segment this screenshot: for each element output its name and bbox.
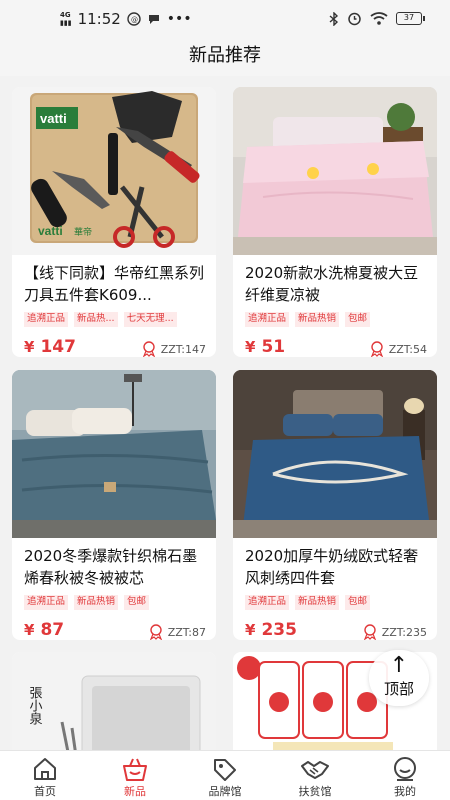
- product-tags: 追溯正品 新品热销 包邮: [245, 595, 437, 610]
- tag-return: 七天无理...: [123, 312, 177, 327]
- more-dots-icon: •••: [166, 11, 192, 27]
- tag-authentic: 追溯正品: [24, 312, 69, 327]
- tag-authentic: 追溯正品: [245, 312, 290, 327]
- basket-icon: [123, 758, 147, 781]
- product-image-blue-bedding[interactable]: [233, 370, 437, 538]
- product-name[interactable]: 【线下同款】华帝红黑系列刀具五件套K609...: [24, 262, 206, 306]
- wifi-icon: [370, 12, 388, 25]
- price-row: ¥235 ZZT:235: [233, 614, 437, 640]
- product-card[interactable]: 2020冬季爆款针织棉石墨烯春秋被冬被被芯 追溯正品 新品热销 包邮 ¥87 Z…: [12, 370, 216, 640]
- tab-home[interactable]: 首页: [0, 751, 90, 800]
- handshake-icon: [301, 761, 329, 779]
- product-image-pink-quilt[interactable]: [233, 87, 437, 255]
- tag-free-shipping: 包邮: [124, 595, 150, 610]
- status-left: 4G ▮▮▮ 11:52 @ •••: [60, 10, 192, 28]
- tag-hot: 新品热销: [295, 595, 340, 610]
- medal-icon: [370, 341, 383, 357]
- price-row: ¥51 ZZT:54: [233, 331, 437, 357]
- svg-text:@: @: [131, 16, 138, 24]
- back-to-top-button[interactable]: ↑ 顶部: [369, 650, 429, 706]
- product-image-grey-quilt[interactable]: [12, 370, 216, 538]
- tag-free-shipping: 包邮: [345, 312, 371, 327]
- tab-label: 我的: [394, 785, 416, 798]
- tab-label: 首页: [34, 785, 56, 798]
- tab-label: 扶贫馆: [298, 785, 332, 798]
- tag-free-shipping: 包邮: [345, 595, 371, 610]
- tab-poverty-alleviation[interactable]: 扶贫馆: [270, 751, 360, 800]
- network-indicator: 4G ▮▮▮: [60, 11, 72, 27]
- svg-text:vatti: vatti: [38, 224, 63, 238]
- medal-icon: [142, 341, 155, 357]
- alarm-icon: [348, 12, 361, 26]
- zzt-price: ZZT:147: [141, 341, 206, 357]
- notification-icon: @: [127, 12, 141, 26]
- product-image-knife-set[interactable]: vatti vatti 華帝: [12, 87, 216, 255]
- product-price: ¥51: [245, 337, 286, 357]
- product-name[interactable]: 2020冬季爆款针织棉石墨烯春秋被冬被被芯: [24, 545, 206, 589]
- status-right: 37: [329, 11, 425, 26]
- status-time: 11:52: [77, 10, 121, 28]
- bottom-tab-bar: 首页 新品 品牌馆 扶贫馆 我的: [0, 750, 450, 800]
- product-price: ¥147: [24, 337, 76, 357]
- tag-hot: 新品热销: [295, 312, 340, 327]
- vatti-cn-logo: 華帝: [74, 226, 92, 238]
- product-card[interactable]: 張小泉: [12, 652, 216, 750]
- price-row: ¥87 ZZT:87: [12, 614, 216, 640]
- price-row: ¥147 ZZT:147: [12, 331, 216, 357]
- zzt-price: ZZT:54: [369, 341, 427, 357]
- back-to-top-label: 顶部: [383, 680, 414, 698]
- tag-authentic: 追溯正品: [24, 595, 69, 610]
- tag-hot: 新品热...: [74, 312, 118, 327]
- arrow-up-icon: ↑: [389, 653, 409, 678]
- page-title: 新品推荐: [0, 38, 450, 76]
- product-name[interactable]: 2020新款水洗棉夏被大豆纤维夏凉被: [245, 262, 427, 306]
- medal-icon: [149, 624, 162, 640]
- tab-brand-hall[interactable]: 品牌馆: [180, 751, 270, 800]
- tab-label: 新品: [124, 785, 146, 798]
- zzt-price: ZZT:87: [148, 624, 206, 640]
- medal-icon: [363, 624, 376, 640]
- product-grid[interactable]: vatti vatti 華帝 【线下同款】华帝红黑系列刀具五件套K609... …: [0, 87, 450, 750]
- product-card[interactable]: vatti vatti 華帝 【线下同款】华帝红黑系列刀具五件套K609... …: [12, 87, 216, 357]
- zzt-price: ZZT:235: [362, 624, 427, 640]
- battery-icon: 37: [396, 12, 425, 25]
- profile-icon: [394, 757, 416, 781]
- home-icon: [34, 758, 56, 780]
- status-bar: 4G ▮▮▮ 11:52 @ ••• 37: [0, 0, 450, 38]
- message-icon: [148, 15, 159, 24]
- tag-icon: [214, 759, 236, 781]
- zhangxiaoquan-logo: 張小泉: [27, 686, 43, 725]
- tab-profile[interactable]: 我的: [360, 751, 450, 800]
- product-tags: 追溯正品 新品热... 七天无理...: [24, 312, 216, 327]
- product-card[interactable]: 2020加厚牛奶绒欧式轻奢风刺绣四件套 追溯正品 新品热销 包邮 ¥235 ZZ…: [233, 370, 437, 640]
- product-price: ¥87: [24, 620, 65, 640]
- tab-label: 品牌馆: [208, 785, 242, 798]
- product-tags: 追溯正品 新品热销 包邮: [245, 312, 437, 327]
- product-image-nail-clipper-set[interactable]: 張小泉: [12, 652, 216, 750]
- product-name[interactable]: 2020加厚牛奶绒欧式轻奢风刺绣四件套: [245, 545, 427, 589]
- tag-hot: 新品热销: [74, 595, 119, 610]
- product-tags: 追溯正品 新品热销 包邮: [24, 595, 216, 610]
- bluetooth-icon: [329, 11, 339, 26]
- vatti-logo: vatti: [40, 111, 67, 126]
- product-card[interactable]: 2020新款水洗棉夏被大豆纤维夏凉被 追溯正品 新品热销 包邮 ¥51 ZZT:…: [233, 87, 437, 357]
- product-price: ¥235: [245, 620, 297, 640]
- tag-authentic: 追溯正品: [245, 595, 290, 610]
- tab-new[interactable]: 新品: [90, 751, 180, 800]
